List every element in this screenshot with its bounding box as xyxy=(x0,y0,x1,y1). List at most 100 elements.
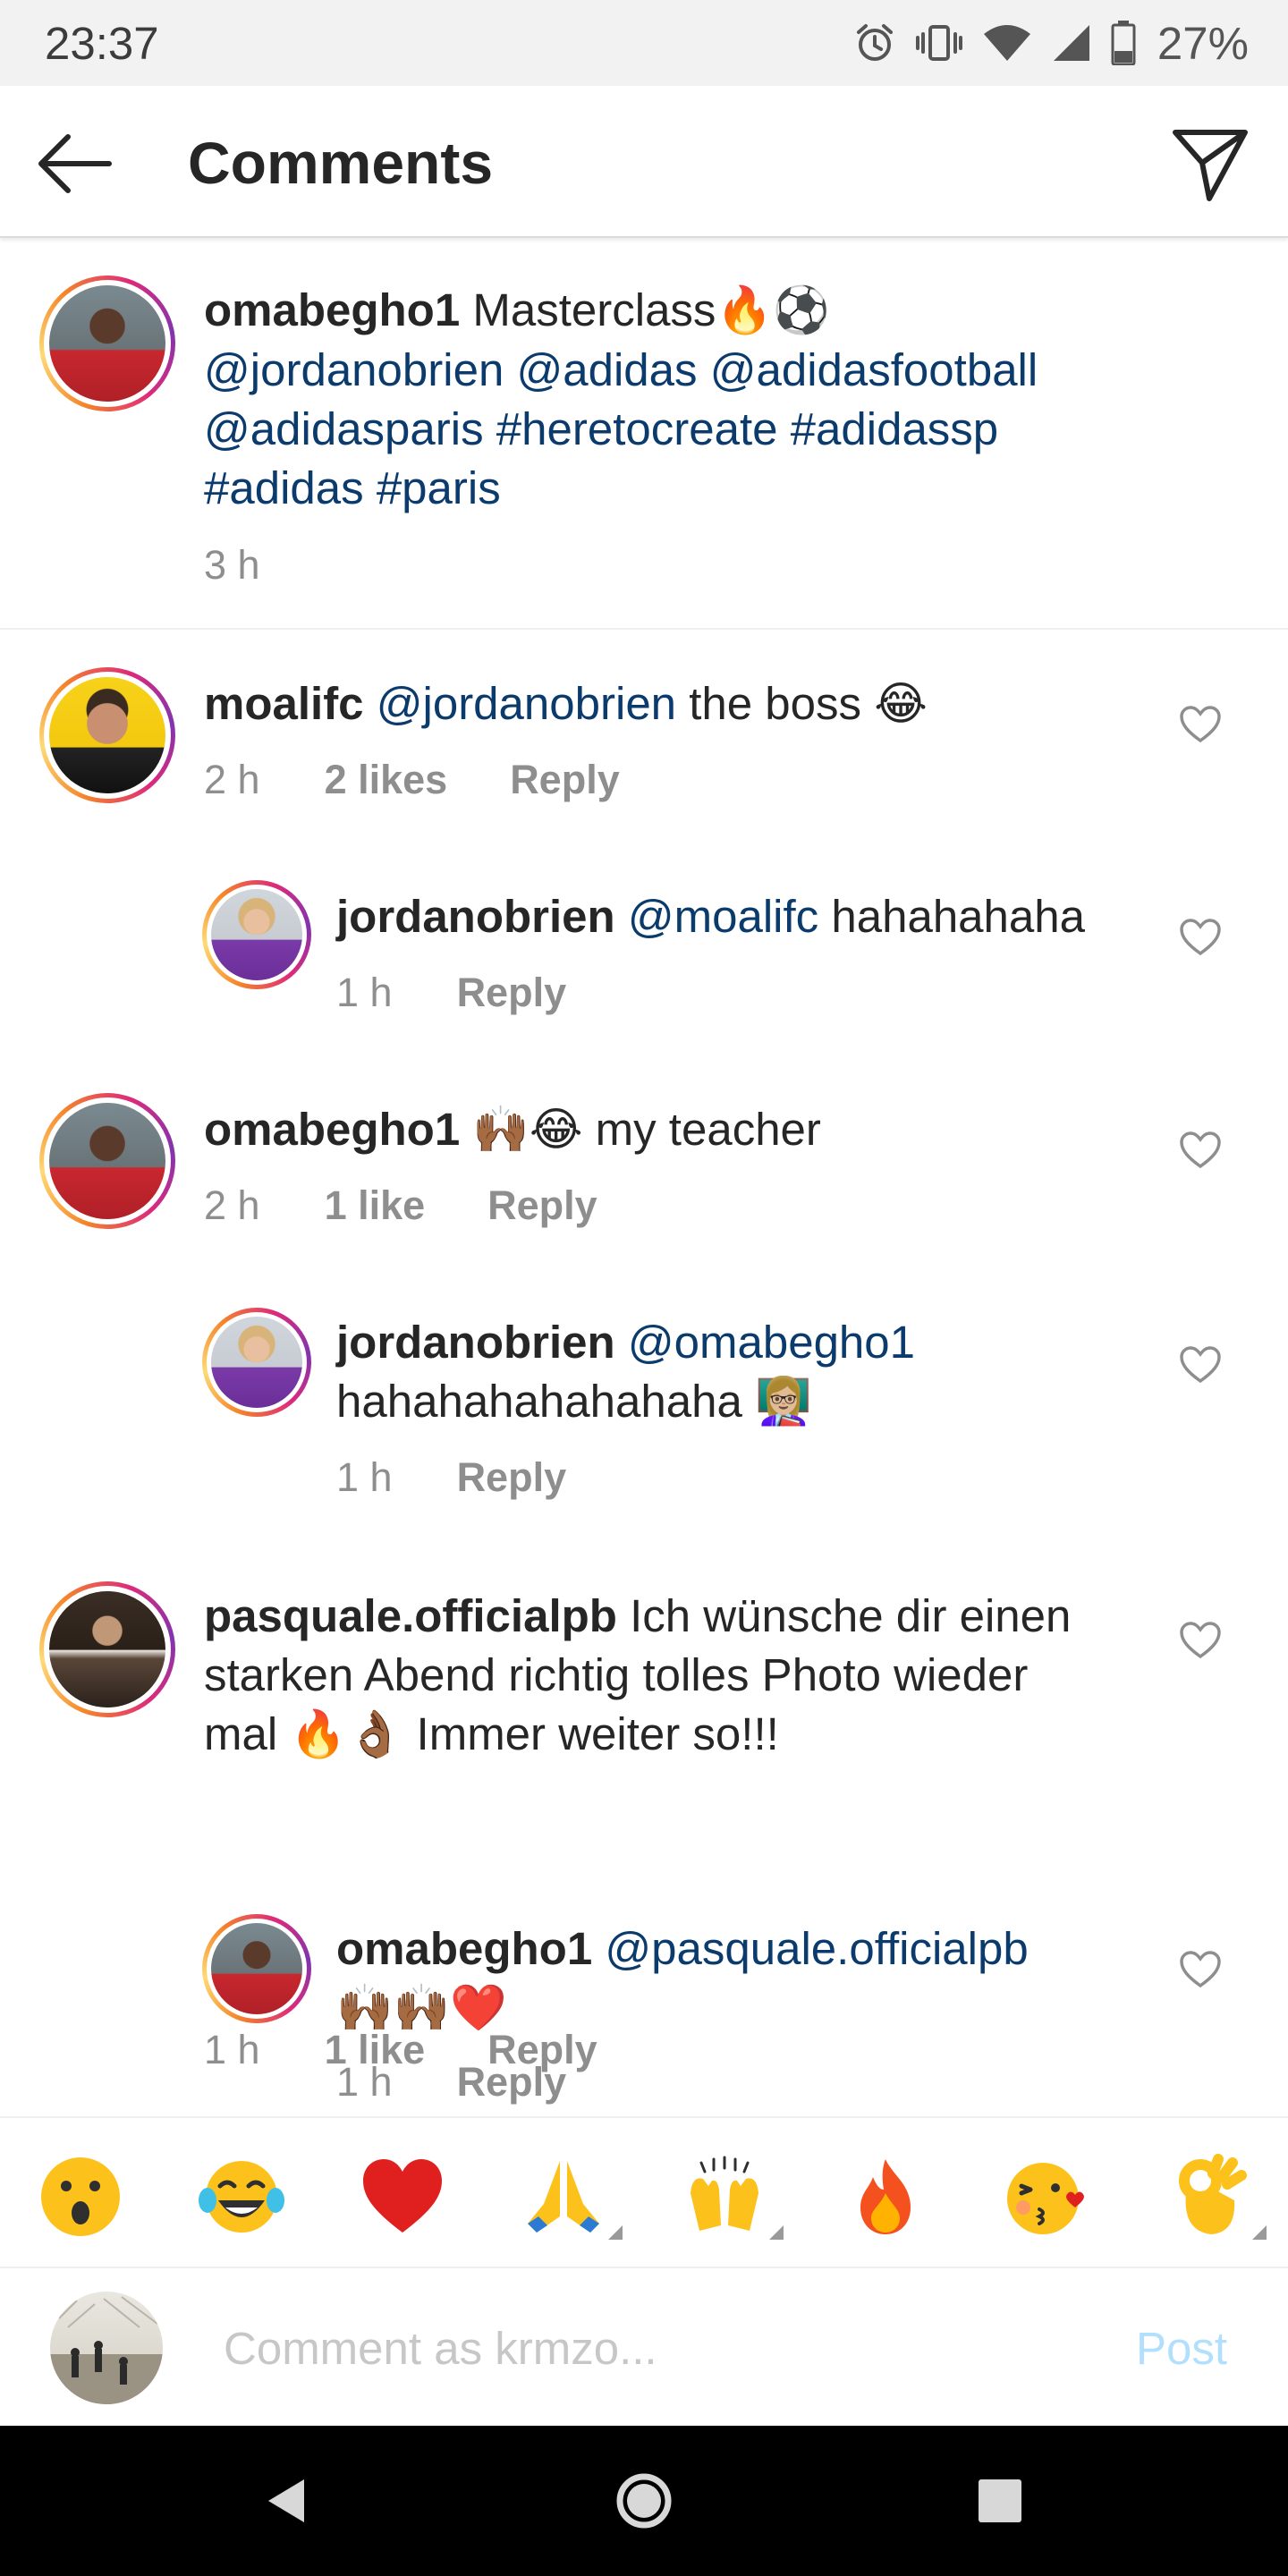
comment-meta: 2 h 1 like Reply xyxy=(204,1182,660,1229)
status-icons: 27% xyxy=(853,17,1249,70)
paper-plane-icon xyxy=(1173,130,1248,201)
comment-meta: 2 h 2 likes Reply xyxy=(204,757,682,803)
face-blowing-kiss-emoji-icon[interactable] xyxy=(1004,2154,1089,2240)
emoji-quick-bar xyxy=(0,2116,1288,2268)
caption-hashtags-2[interactable]: #adidas #paris xyxy=(204,462,501,513)
status-bar: 23:37 27% xyxy=(0,0,1288,86)
heart-icon[interactable] xyxy=(1179,1950,1222,1989)
comment-composer: Post xyxy=(0,2270,1288,2426)
comment-username[interactable]: jordanobrien xyxy=(336,1317,615,1368)
nav-home-button[interactable] xyxy=(581,2426,707,2576)
reply-button[interactable]: Reply xyxy=(457,970,567,1016)
reply-button[interactable]: Reply xyxy=(457,2059,567,2106)
caption-username[interactable]: omabegho1 xyxy=(204,284,460,335)
hushed-face-emoji-icon[interactable] xyxy=(38,2154,123,2240)
skin-tone-indicator xyxy=(1252,2225,1267,2240)
comment-username[interactable]: omabegho1 xyxy=(336,1923,592,1974)
comment-text: jordanobrien @omabegho1 hahahahahahahaha… xyxy=(336,1313,1141,1432)
heart-icon[interactable] xyxy=(1179,1621,1222,1660)
comment-time: 1 h xyxy=(336,1454,393,1500)
comment-emoji: 🔥👌🏾 xyxy=(290,1708,404,1761)
comment-username[interactable]: pasquale.officialpb xyxy=(204,1590,617,1641)
avatar-image xyxy=(49,1103,165,1219)
avatar-image xyxy=(211,1923,302,2014)
vibrate-icon xyxy=(914,21,964,64)
comment-body-1: Ich wünsche dir einen xyxy=(630,1590,1072,1641)
comment-emoji: 🙌🏾🙌🏾❤️ xyxy=(336,1982,507,2035)
comment-input[interactable] xyxy=(224,2306,1073,2390)
comments-list[interactable]: omabegho1 Masterclass🔥⚽ @jordanobrien @a… xyxy=(0,240,1288,2116)
nav-back-button[interactable] xyxy=(224,2426,349,2576)
caption-mentions[interactable]: @jordanobrien @adidas @adidasfootball xyxy=(204,344,1038,395)
comment-time: 1 h xyxy=(336,970,393,1015)
comment-mention[interactable]: @jordanobrien xyxy=(377,678,676,729)
red-heart-emoji-icon[interactable] xyxy=(360,2154,445,2240)
heart-icon[interactable] xyxy=(1179,1131,1222,1170)
skin-tone-indicator xyxy=(608,2225,623,2240)
likes-count[interactable]: 2 likes xyxy=(325,757,448,803)
system-nav-bar xyxy=(0,2426,1288,2576)
skin-tone-indicator xyxy=(769,2225,784,2240)
heart-icon[interactable] xyxy=(1179,705,1222,744)
alarm-icon xyxy=(853,21,896,64)
raising-hands-emoji-icon[interactable] xyxy=(682,2154,784,2240)
comment-body-4: Immer weiter so!!! xyxy=(416,1708,779,1759)
avatar[interactable] xyxy=(202,1914,311,2023)
avatar-image xyxy=(49,285,165,402)
avatar[interactable] xyxy=(39,1093,175,1229)
comment-body-3: mal xyxy=(204,1708,278,1759)
likes-count[interactable]: 1 like xyxy=(325,1182,426,1229)
comment-text: moalifc @jordanobrien the boss 😂 xyxy=(204,674,1143,734)
post-button[interactable]: Post xyxy=(1136,2322,1227,2375)
comment-body: hahahahahahahaha xyxy=(336,1376,742,1427)
ok-hand-emoji-icon[interactable] xyxy=(1165,2154,1267,2240)
comment-username[interactable]: moalifc xyxy=(204,678,364,729)
comment-mention[interactable]: @omabegho1 xyxy=(628,1317,915,1368)
back-button[interactable] xyxy=(34,132,114,195)
caption-hashtags-1[interactable]: @adidasparis #heretocreate #adidassp xyxy=(204,403,998,454)
fire-emoji-icon[interactable] xyxy=(843,2154,928,2240)
tears-of-joy-face-emoji-icon[interactable] xyxy=(199,2154,284,2240)
caption-text: omabegho1 Masterclass🔥⚽ @jordanobrien @a… xyxy=(204,281,1224,518)
avatar[interactable] xyxy=(39,667,175,803)
avatar-image xyxy=(49,1591,165,1707)
comment-time: 1 h xyxy=(336,2059,393,2105)
battery-percent: 27% xyxy=(1157,17,1249,69)
comment-text: jordanobrien @moalifc hahahahaha xyxy=(336,887,1141,946)
folded-hands-emoji-icon[interactable] xyxy=(521,2154,623,2240)
avatar[interactable] xyxy=(39,1581,175,1717)
comment-meta: 1 h Reply xyxy=(336,970,629,1016)
comment-text: omabegho1 @pasquale.officialpb 🙌🏾🙌🏾❤️ xyxy=(336,1919,1141,2038)
avatar-image xyxy=(49,677,165,793)
comment-body: the boss xyxy=(689,678,862,729)
nav-home-icon xyxy=(616,2473,672,2529)
comment-username[interactable]: jordanobrien xyxy=(336,891,615,942)
nav-recents-button[interactable] xyxy=(937,2426,1063,2576)
wifi-icon xyxy=(982,21,1032,64)
comment-mention[interactable]: @pasquale.officialpb xyxy=(605,1923,1028,1974)
comment-mention[interactable]: @moalifc xyxy=(628,891,818,942)
reply-button[interactable]: Reply xyxy=(457,1454,567,1501)
comment-body-2: starken Abend richtig tolles Photo wiede… xyxy=(204,1649,1029,1700)
comment-text: omabegho1 🙌🏾😂 my teacher xyxy=(204,1100,1143,1160)
reply-button[interactable]: Reply xyxy=(510,757,620,803)
arrow-left-icon xyxy=(38,134,112,193)
app-header: Comments xyxy=(0,86,1288,238)
avatar[interactable] xyxy=(39,275,175,411)
comment-time: 2 h xyxy=(204,1182,260,1228)
comment-username[interactable]: omabegho1 xyxy=(204,1104,460,1155)
avatar[interactable] xyxy=(202,1308,311,1417)
divider xyxy=(0,628,1288,630)
comment-body: hahahahaha xyxy=(831,891,1085,942)
heart-icon[interactable] xyxy=(1179,918,1222,957)
caption-body: Masterclass xyxy=(472,284,716,335)
caption-meta: 3 h xyxy=(204,542,325,589)
comment-meta: 1 h Reply xyxy=(336,1454,629,1501)
status-time: 23:37 xyxy=(45,17,159,69)
battery-icon xyxy=(1111,21,1136,65)
nav-back-icon xyxy=(268,2479,304,2522)
reply-button[interactable]: Reply xyxy=(487,1182,597,1229)
share-button[interactable] xyxy=(1170,123,1250,204)
heart-icon[interactable] xyxy=(1179,1345,1222,1385)
avatar[interactable] xyxy=(202,880,311,989)
